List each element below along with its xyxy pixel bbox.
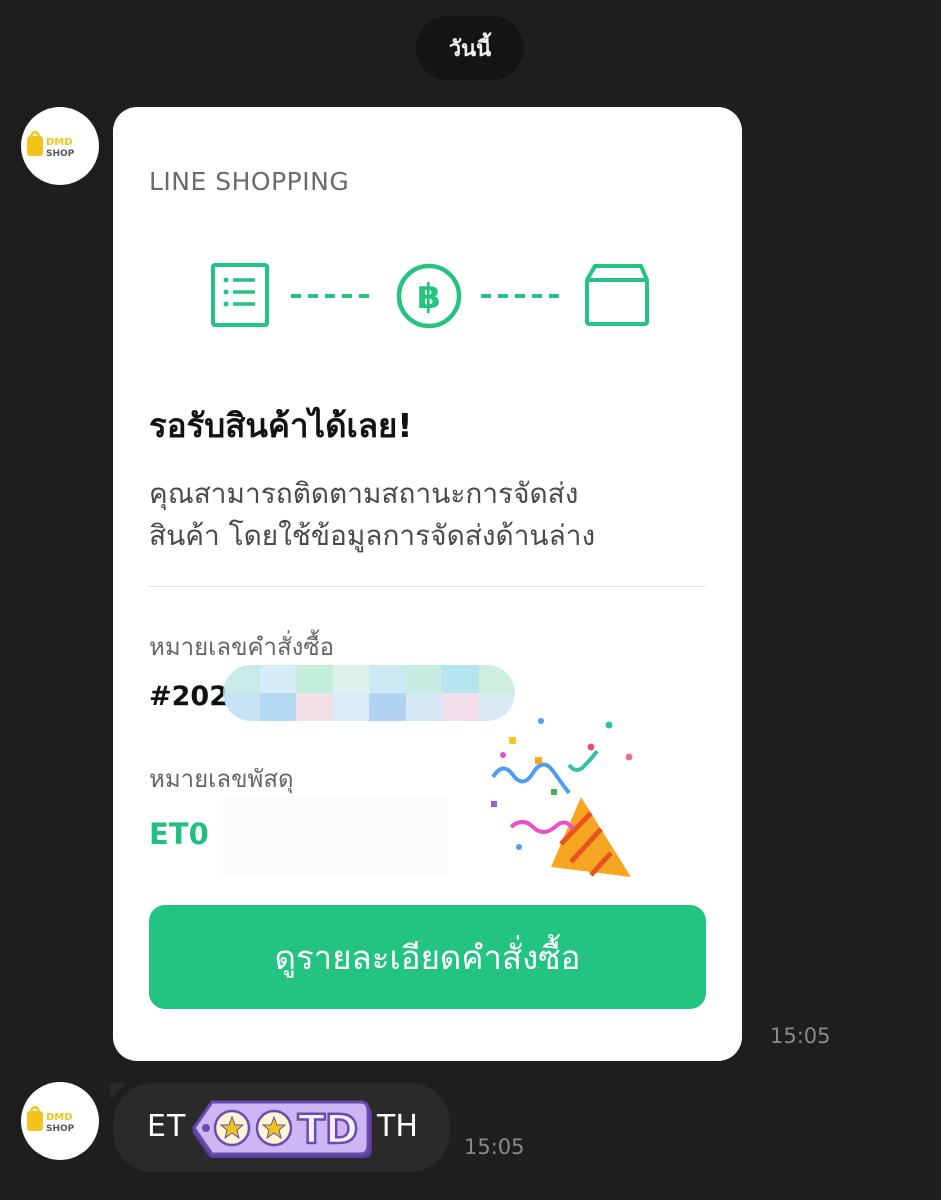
view-order-details-button[interactable]: ดูรายละเอียดคำสั่งซื้อ [149,905,706,1009]
tracking-number-value: ET0 [149,817,209,851]
avatar-brand-bottom: SHOP [46,149,75,159]
card-timestamp: 15:05 [770,1024,831,1048]
avatar-brand-bottom: SHOP [46,1124,75,1134]
avatar-brand-top: DMD [46,1112,73,1123]
card-divider [149,586,706,587]
message-suffix: TH [377,1109,418,1144]
svg-text:฿: ฿ [417,277,441,317]
sticker-text: TD [298,1107,359,1153]
order-progress-steps: ฿ [211,263,649,329]
order-notification-card: LINE SHOPPING ฿ รอรับสินค้าได้เลย! คุณสา… [113,107,742,1061]
card-description: คุณสามารถติดตามสถานะการจัดส่ง สินค้า โดย… [149,473,719,557]
order-number-value: #202 [149,681,228,712]
sender-avatar[interactable]: DMD SHOP [21,107,99,185]
tracking-number-label: หมายเลขพัสดุ [149,765,294,793]
ootd-tag-sticker: TD [192,1100,372,1158]
card-title: รอรับสินค้าได้เลย! [149,406,413,445]
redaction-cover [223,797,447,877]
dmd-shop-logo-icon: DMD SHOP [27,130,75,159]
redaction-blur [223,665,515,721]
package-box-icon [585,264,649,326]
dmd-shop-logo-icon: DMD SHOP [27,1105,75,1134]
message-timestamp: 15:05 [464,1135,525,1159]
avatar-brand-top: DMD [46,137,73,148]
date-label: วันนี้ [448,36,492,62]
order-number-label: หมายเลขคำสั่งซื้อ [149,633,335,661]
baht-coin-icon: ฿ [396,263,462,329]
description-line-1: คุณสามารถติดตามสถานะการจัดส่ง [149,477,579,510]
party-popper-icon [491,718,633,877]
date-separator: วันนี้ [416,16,524,80]
message-prefix: ET [147,1109,187,1144]
card-brand: LINE SHOPPING [149,167,350,196]
sender-avatar[interactable]: DMD SHOP [21,1082,99,1160]
order-list-icon [211,263,269,327]
description-line-2: สินค้า โดยใช้ข้อมูลการจัดส่งด้านล่าง [149,519,596,552]
